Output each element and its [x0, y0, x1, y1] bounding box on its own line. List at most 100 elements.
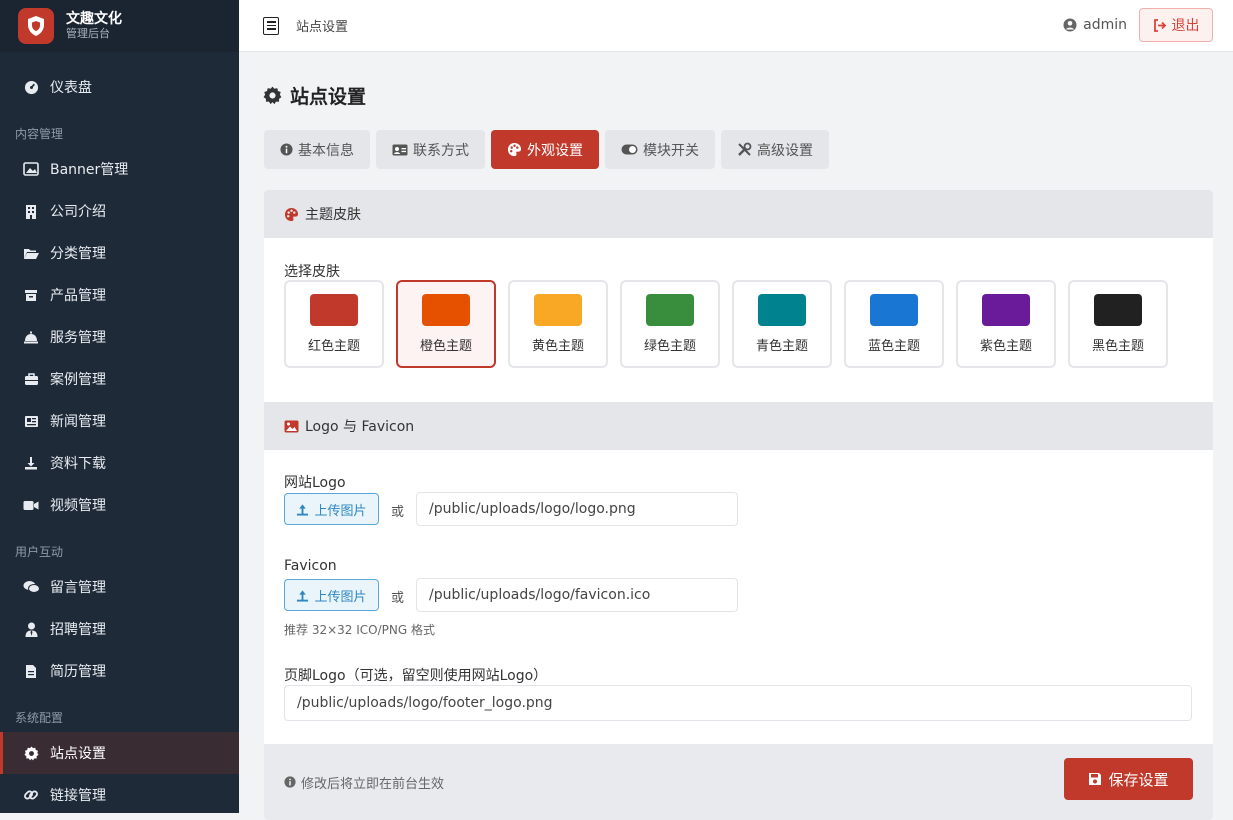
sidebar-item-link[interactable]: 链接管理 [0, 774, 239, 813]
sidebar-item-label: 案例管理 [50, 372, 106, 388]
sidebar-item-message[interactable]: 留言管理 [0, 566, 239, 608]
main-content: 站点设置 基本信息 联系方式 外观设置 模块开关 高级设置 主题皮肤 选择皮肤 [239, 52, 1233, 820]
skin-option-orange[interactable]: 橙色主题 [396, 280, 496, 368]
box-icon [22, 286, 40, 304]
color-swatch [422, 294, 470, 326]
skin-name: 橙色主题 [419, 339, 472, 354]
sidebar-item-label: 新闻管理 [50, 414, 106, 430]
footer-tip-text: 修改后将立即在前台生效 [301, 776, 445, 792]
site-logo-label: 网站Logo [284, 475, 346, 491]
tab-label: 基本信息 [298, 142, 354, 159]
sidebar-item-label: 仪表盘 [50, 80, 92, 96]
file-icon [22, 662, 40, 680]
color-swatch [534, 294, 582, 326]
sidebar-item-label: 服务管理 [50, 330, 106, 346]
section-title: 主题皮肤 [305, 207, 361, 223]
tab-appearance[interactable]: 外观设置 [491, 130, 599, 169]
skin-name: 绿色主题 [643, 339, 696, 354]
tab-contact[interactable]: 联系方式 [376, 130, 485, 169]
user-menu[interactable]: admin [1063, 17, 1127, 33]
gauge-icon [22, 78, 40, 96]
color-swatch [982, 294, 1030, 326]
sidebar-item-dashboard[interactable]: 仪表盘 [0, 66, 239, 108]
sidebar-item-label: 留言管理 [50, 580, 106, 596]
color-swatch [1094, 294, 1142, 326]
site-logo-input[interactable] [416, 492, 738, 526]
sidebar-item-site[interactable]: 站点设置 [0, 732, 239, 774]
skin-option-yellow[interactable]: 黄色主题 [508, 280, 608, 368]
sidebar-item-service[interactable]: 服务管理 [0, 316, 239, 358]
footer-logo-label: 页脚Logo（可选，留空则使用网站Logo） [284, 668, 548, 684]
tab-label: 外观设置 [527, 142, 583, 159]
or-text: 或 [391, 591, 405, 606]
brand-subtitle: 管理后台 [66, 27, 110, 40]
gear-icon [263, 86, 282, 105]
tab-advanced[interactable]: 高级设置 [721, 130, 829, 169]
skin-name: 青色主题 [755, 339, 808, 354]
footer-logo-input[interactable] [284, 685, 1192, 721]
skin-option-black[interactable]: 黑色主题 [1068, 280, 1168, 368]
sidebar-item-resume[interactable]: 简历管理 [0, 650, 239, 692]
skin-name: 红色主题 [307, 339, 360, 354]
skin-option-red[interactable]: 红色主题 [284, 280, 384, 368]
appearance-card: 主题皮肤 选择皮肤 红色主题 橙色主题 黄色主题 绿色主题 青色主题 蓝色主题 … [264, 190, 1213, 820]
link-icon [22, 786, 40, 804]
topbar: 站点设置 admin 退出 [239, 0, 1233, 52]
video-icon [22, 496, 40, 514]
page-title-text: 站点设置 [290, 86, 367, 108]
section-title: Logo 与 Favicon [305, 419, 415, 435]
toggle-on-icon [621, 144, 638, 155]
skin-name: 黄色主题 [531, 339, 584, 354]
upload-favicon-button[interactable]: 上传图片 [284, 579, 379, 611]
building-icon [22, 202, 40, 220]
sidebar-item-label: 分类管理 [50, 246, 106, 262]
upload-icon [296, 503, 309, 516]
sidebar-item-category[interactable]: 分类管理 [0, 232, 239, 274]
sidebar-item-label: 视频管理 [50, 498, 106, 514]
save-icon [1088, 772, 1102, 786]
skin-option-purple[interactable]: 紫色主题 [956, 280, 1056, 368]
color-swatch [870, 294, 918, 326]
sidebar-item-download[interactable]: 资料下载 [0, 442, 239, 484]
sidebar-item-label: 招聘管理 [50, 622, 106, 638]
skin-option-cyan[interactable]: 青色主题 [732, 280, 832, 368]
tab-label: 联系方式 [413, 142, 469, 159]
info-circle-icon [284, 776, 296, 788]
sidebar-item-label: 简历管理 [50, 664, 106, 680]
sidebar-item-label: 链接管理 [50, 788, 106, 804]
sidebar-item-news[interactable]: 新闻管理 [0, 400, 239, 442]
menu-toggle-icon[interactable] [263, 16, 279, 35]
briefcase-icon [22, 370, 40, 388]
concierge-bell-icon [22, 328, 40, 346]
palette-icon [284, 207, 299, 222]
skin-option-blue[interactable]: 蓝色主题 [844, 280, 944, 368]
logo-section-header: Logo 与 Favicon [264, 402, 1213, 450]
sidebar-item-video[interactable]: 视频管理 [0, 484, 239, 526]
skin-name: 紫色主题 [979, 339, 1032, 354]
tab-label: 模块开关 [643, 142, 699, 159]
sidebar-item-banner[interactable]: Banner管理 [0, 148, 239, 190]
nav-group-interaction: 用户互动 [15, 545, 64, 559]
sidebar-item-case[interactable]: 案例管理 [0, 358, 239, 400]
upload-label: 上传图片 [314, 503, 367, 519]
sidebar-item-product[interactable]: 产品管理 [0, 274, 239, 316]
sidebar-item-company[interactable]: 公司介绍 [0, 190, 239, 232]
save-button[interactable]: 保存设置 [1064, 758, 1193, 800]
tab-label: 高级设置 [757, 142, 813, 159]
sidebar-item-recruit[interactable]: 招聘管理 [0, 608, 239, 650]
favicon-input[interactable] [416, 578, 738, 612]
nav-group-content: 内容管理 [15, 127, 64, 141]
sidebar-item-label: 产品管理 [50, 288, 106, 304]
tab-basic[interactable]: 基本信息 [264, 130, 370, 169]
user-circle-icon [1063, 18, 1077, 32]
skin-option-green[interactable]: 绿色主题 [620, 280, 720, 368]
color-swatch [310, 294, 358, 326]
address-card-icon [392, 144, 408, 156]
tab-modules[interactable]: 模块开关 [605, 130, 715, 169]
upload-logo-button[interactable]: 上传图片 [284, 493, 379, 525]
sidebar: 文趣文化 管理后台 仪表盘 内容管理 Banner管理 公司介绍 分类管理 产品… [0, 0, 239, 813]
logout-label: 退出 [1171, 18, 1200, 34]
user-tie-icon [22, 620, 40, 638]
theme-section-header: 主题皮肤 [264, 190, 1213, 238]
logout-button[interactable]: 退出 [1139, 8, 1213, 42]
